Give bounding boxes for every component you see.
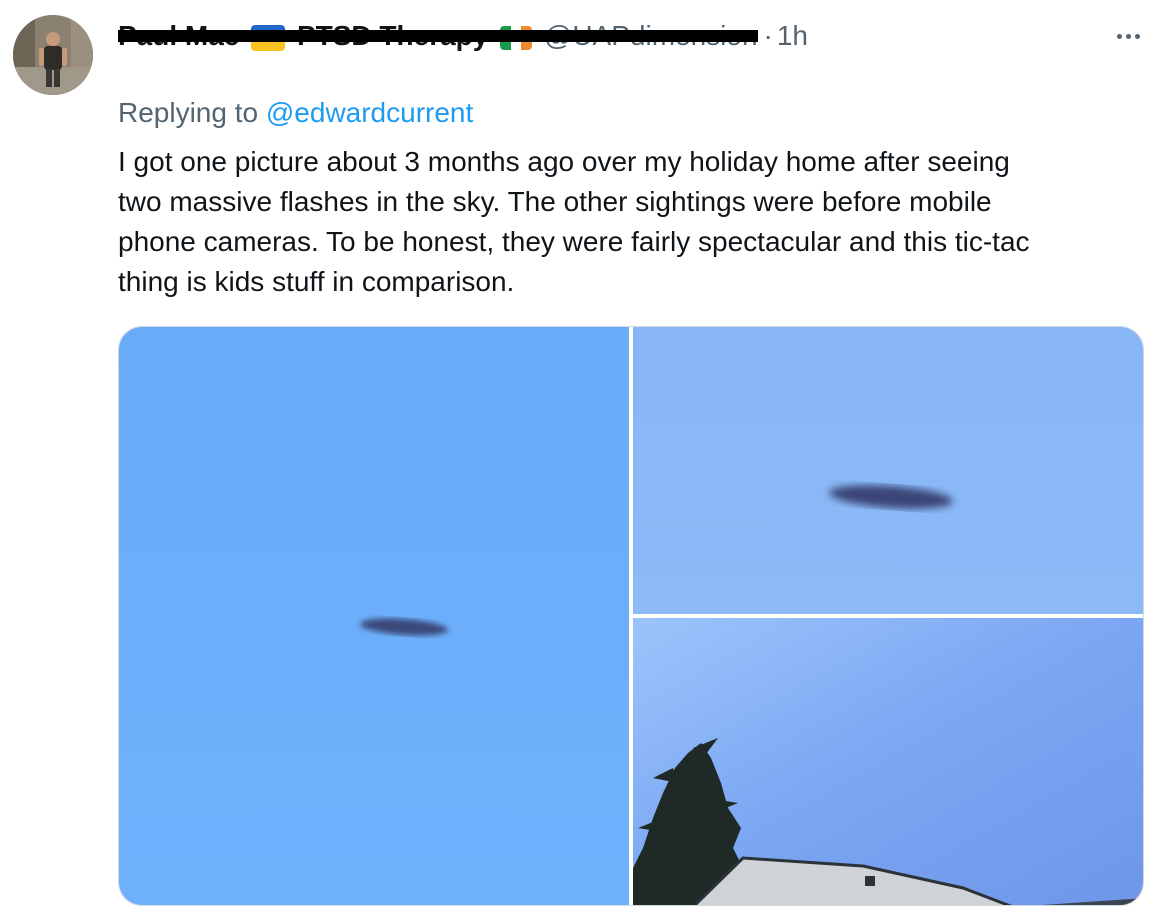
reply-prefix: Replying to: [118, 97, 259, 128]
tweet-timestamp[interactable]: 1h: [777, 16, 808, 56]
photo-2[interactable]: [633, 327, 1143, 614]
reply-to-handle-link[interactable]: @edwardcurrent: [266, 97, 473, 128]
media-grid: [118, 326, 1144, 906]
photo-1-image: [119, 327, 629, 905]
author-display-name-suffix[interactable]: PTSD Therapy: [297, 20, 488, 51]
author-redacted-block: Paul Mac PTSD Therapy @UAPdimension: [118, 16, 758, 56]
ireland-flag-icon: [500, 25, 533, 50]
photo-3[interactable]: [633, 618, 1143, 905]
author-handle[interactable]: @UAPdimension: [544, 20, 758, 51]
more-horizontal-icon[interactable]: [1108, 22, 1148, 50]
tweet[interactable]: Paul Mac PTSD Therapy @UAPdimension · 1h…: [0, 0, 1168, 918]
photo-2-image: [633, 327, 1143, 614]
photo-1[interactable]: [119, 327, 629, 905]
avatar-image: [13, 15, 93, 95]
avatar[interactable]: [13, 15, 93, 95]
tweet-header: Paul Mac PTSD Therapy @UAPdimension · 1h: [118, 16, 808, 56]
author-display-name[interactable]: Paul Mac: [118, 20, 239, 51]
ukraine-flag-icon: [251, 24, 286, 51]
tweet-text: I got one picture about 3 months ago ove…: [118, 146, 1030, 297]
reply-context: Replying to @edwardcurrent: [118, 94, 473, 132]
header-separator: ·: [763, 20, 773, 51]
photo-3-image: [633, 618, 1143, 905]
